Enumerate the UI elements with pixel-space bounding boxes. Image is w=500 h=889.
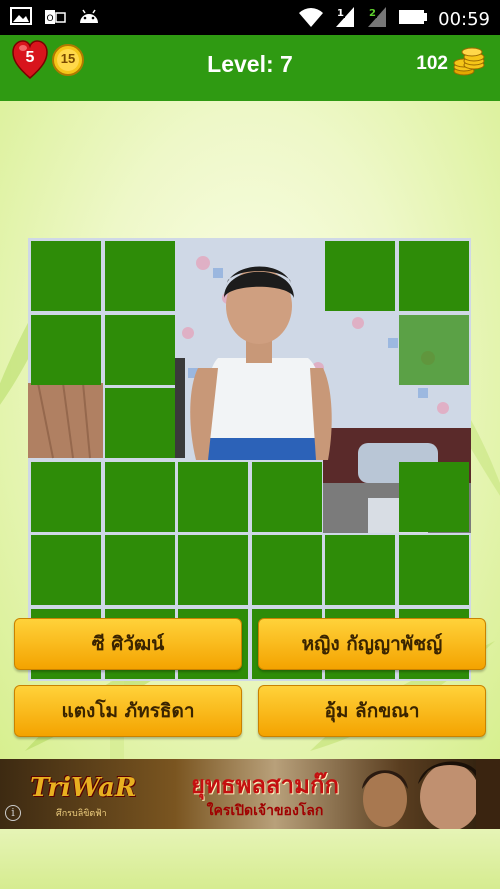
puzzle-tile[interactable] — [398, 535, 469, 605]
outlook-icon: O — [44, 7, 66, 31]
signal-1-icon: 1 — [334, 5, 356, 33]
puzzle-tile[interactable] — [104, 314, 175, 385]
puzzle-tile[interactable] — [104, 388, 175, 458]
lives-count: 5 — [25, 49, 35, 66]
puzzle-tile[interactable] — [104, 241, 175, 311]
puzzle-tile[interactable] — [251, 461, 322, 532]
game-area: ซี ศิวัฒน์ หญิง กัญญาพัชญ์ แตงโม ภัทรธิด… — [0, 101, 500, 759]
battery-icon — [398, 9, 428, 29]
status-bar: O 1 2 00:59 — [0, 0, 500, 35]
ad-banner[interactable]: TriWaR ศึกรบลิขิตฟ้า ยุทธพลสามก๊ก ใครเปิ… — [0, 759, 500, 829]
signal-2-icon: 2 — [366, 5, 388, 33]
puzzle-tile[interactable] — [325, 241, 395, 311]
coin-stack-icon — [452, 43, 486, 81]
wifi-icon — [298, 6, 324, 32]
puzzle-tile[interactable] — [31, 241, 101, 311]
puzzle-tile[interactable] — [104, 535, 175, 605]
puzzle-tile[interactable] — [31, 314, 101, 385]
hints-badge[interactable]: 15 — [52, 43, 84, 77]
puzzle-tile[interactable] — [104, 461, 175, 532]
coins-count: 102 — [416, 53, 448, 74]
hints-count: 15 — [60, 51, 76, 66]
puzzle-tile[interactable] — [398, 461, 469, 532]
puzzle-tile[interactable] — [31, 461, 101, 532]
lives-badge: 5 — [12, 40, 48, 80]
ad-warriors-image — [362, 759, 500, 829]
svg-text:O: O — [46, 14, 53, 24]
signal-slot-1-label: 1 — [337, 8, 344, 19]
info-icon[interactable]: i — [5, 805, 21, 821]
signal-slot-2-label: 2 — [369, 8, 376, 19]
puzzle-tile[interactable] — [398, 241, 469, 311]
answer-button-3[interactable]: แตงโม ภัทรธิดา — [14, 685, 242, 737]
image-icon — [10, 7, 32, 31]
game-header: 5 15 Level: 7 102 — [0, 35, 500, 101]
ad-headline: ยุทธพลสามก๊ก — [190, 771, 340, 799]
android-icon — [78, 7, 100, 31]
puzzle-tile[interactable] — [325, 535, 395, 605]
ad-subline: ใครเปิดเจ้าของโลก — [206, 803, 324, 819]
bottom-background — [0, 829, 500, 889]
answer-button-4[interactable]: อุ้ม ลักขณา — [258, 685, 486, 737]
answer-button-2[interactable]: หญิง กัญญาพัชญ์ — [258, 618, 486, 670]
puzzle-tile[interactable] — [31, 535, 101, 605]
status-time: 00:59 — [438, 8, 490, 30]
answer-button-1[interactable]: ซี ศิวัฒน์ — [14, 618, 242, 670]
puzzle-tile[interactable] — [178, 461, 248, 532]
puzzle-board — [28, 238, 471, 681]
puzzle-tile[interactable] — [398, 314, 469, 385]
ad-brand-subtitle: ศึกรบลิขิตฟ้า — [56, 809, 107, 819]
puzzle-tile[interactable] — [251, 535, 322, 605]
level-title: Level: 7 — [207, 51, 293, 77]
puzzle-tile[interactable] — [178, 535, 248, 605]
ad-brand-logo: TriWaR — [30, 773, 137, 803]
